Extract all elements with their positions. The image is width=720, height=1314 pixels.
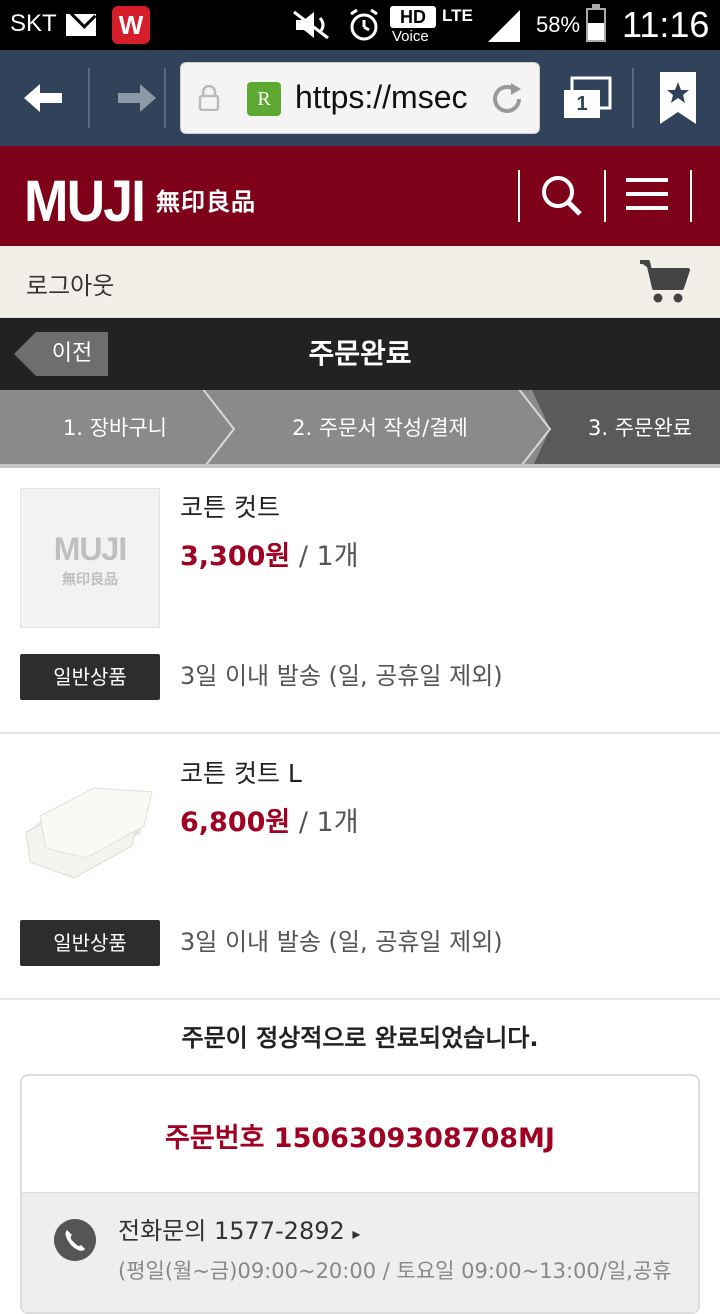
mail-icon (66, 14, 96, 36)
order-item: 코튼 컷트 L 6,800원 / 1개 일반상품 3일 이내 발송 (일, 공휴… (0, 734, 720, 1000)
thumbnail-logo-sub: 無印良品 (62, 572, 118, 588)
order-number: 주문번호 1506309308708MJ (165, 1123, 555, 1154)
signal-icon (488, 10, 520, 42)
battery-percent: 58% (536, 12, 581, 37)
cotton-pad-image[interactable] (20, 754, 160, 894)
header-divider (518, 170, 520, 222)
battery-icon (586, 4, 606, 42)
network-label: LTE (442, 6, 473, 25)
alarm-icon (350, 8, 378, 41)
phone-inquiry-text: 전화문의 1577-2892 (118, 1217, 345, 1245)
page-title-bar: 주문완료 이전 (0, 318, 720, 390)
app-notification-icon: W (112, 6, 150, 44)
toolbar-divider (164, 68, 166, 128)
phone-inquiry-link[interactable]: 전화문의 1577-2892 ▸ (118, 1211, 360, 1246)
product-price: 6,800원 (180, 807, 291, 838)
product-type-badge: 일반상품 (20, 920, 160, 966)
product-quantity: / 1개 (290, 807, 359, 838)
mute-icon (293, 10, 329, 40)
hd-voice-badge: HD (390, 6, 436, 28)
cart-icon[interactable] (636, 256, 692, 308)
tabs-button[interactable]: 1 (556, 72, 616, 128)
arrow-right-icon: ▸ (352, 1224, 361, 1243)
voice-label: Voice (392, 28, 429, 45)
bookmark-icon[interactable] (654, 68, 702, 128)
back-arrow-icon[interactable] (14, 70, 74, 126)
order-item: MUJI 無印良品 코튼 컷트 3,300원 / 1개 일반상품 3일 이내 발… (0, 468, 720, 734)
logout-link[interactable]: 로그아웃 (26, 266, 114, 301)
site-favicon-icon: R (247, 82, 281, 116)
header-divider (690, 170, 692, 222)
step-checkout: 2. 주문서 작성/결제 (292, 416, 468, 440)
clock: 11:16 (622, 4, 710, 45)
toolbar-divider (88, 68, 90, 128)
product-price-row: 6,800원 / 1개 (180, 800, 359, 839)
completion-message: 주문이 정상적으로 완료되었습니다. (181, 1024, 539, 1052)
product-type-badge: 일반상품 (20, 654, 160, 700)
step-complete: 3. 주문완료 (530, 390, 720, 468)
product-name[interactable]: 코튼 컷트 L (180, 754, 302, 790)
product-price: 3,300원 (180, 541, 291, 572)
product-price-row: 3,300원 / 1개 (180, 534, 359, 573)
carrier-label: SKT (10, 10, 57, 37)
muji-logo-sub: 無印良品 (156, 188, 256, 216)
shipping-info: 3일 이내 발송 (일, 공휴일 제외) (180, 928, 503, 956)
page-title: 주문완료 (308, 337, 412, 370)
contact-section[interactable]: 전화문의 1577-2892 ▸ (평일(월~금)09:00~20:00 / 토… (22, 1192, 698, 1312)
search-icon[interactable] (530, 170, 594, 222)
prev-button-label: 이전 (36, 332, 108, 376)
site-header: MUJI 無印良品 (0, 146, 720, 246)
tab-count: 1 (564, 90, 600, 118)
menu-icon[interactable] (616, 170, 680, 222)
product-thumbnail[interactable]: MUJI 無印良品 (20, 488, 160, 628)
account-bar: 로그아웃 (0, 246, 720, 318)
phone-icon (54, 1219, 96, 1261)
contact-hours: (평일(월~금)09:00~20:00 / 토요일 09:00~13:00/일,… (118, 1259, 672, 1283)
muji-logo[interactable]: MUJI (24, 168, 146, 235)
browser-toolbar: R https://msec 1 (0, 50, 720, 146)
toolbar-divider (632, 68, 634, 128)
product-quantity: / 1개 (290, 541, 359, 572)
thumbnail-logo: MUJI (53, 531, 127, 567)
url-text[interactable]: https://msec (295, 79, 485, 116)
product-name[interactable]: 코튼 컷트 (180, 488, 280, 524)
order-steps: 1. 장바구니 2. 주문서 작성/결제 3. 주문완료 (0, 390, 720, 468)
step-chevron-icon (516, 390, 552, 468)
status-bar: SKT W HD Voice LTE 58% 11:16 (0, 0, 720, 50)
shipping-info: 3일 이내 발송 (일, 공휴일 제외) (180, 662, 503, 690)
order-info-box: 주문번호 1506309308708MJ 전화문의 1577-2892 ▸ (평… (20, 1074, 700, 1314)
step-cart: 1. 장바구니 (63, 416, 167, 440)
forward-arrow-icon[interactable] (106, 70, 166, 126)
address-bar[interactable]: R https://msec (180, 62, 540, 134)
reload-icon[interactable] (487, 79, 527, 119)
header-divider (604, 170, 606, 222)
lock-icon (198, 85, 220, 111)
